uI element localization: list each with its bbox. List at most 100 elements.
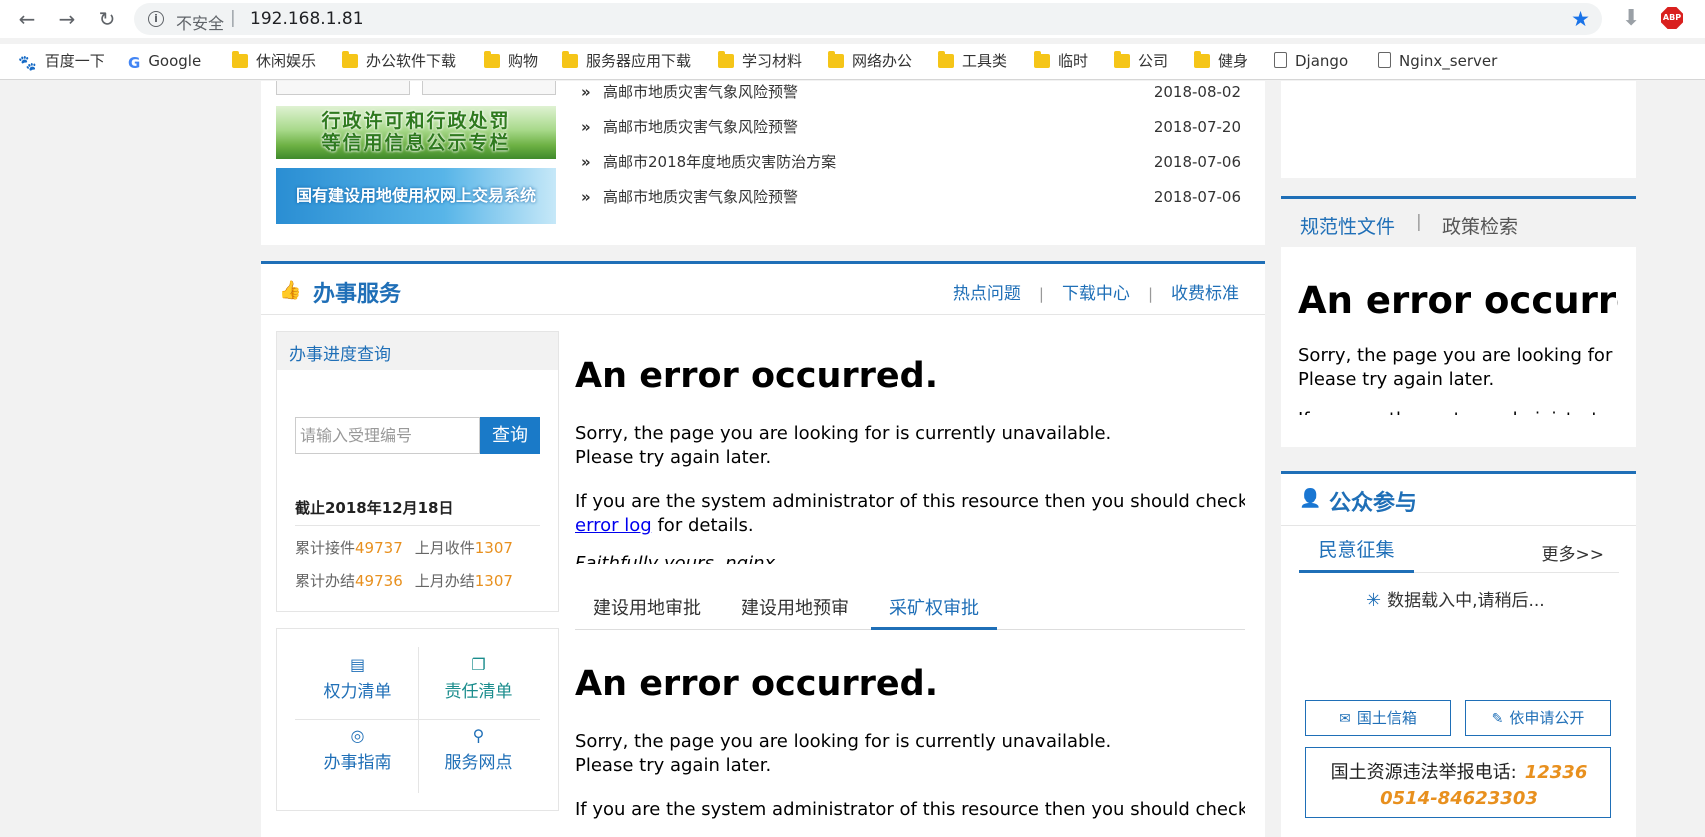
bookmark-folder-server-apps[interactable]: 服务器应用下载 (562, 49, 691, 73)
bookmark-folder-study[interactable]: 学习材料 (718, 49, 802, 73)
bookmark-star-icon[interactable]: ★ (1571, 7, 1590, 31)
error-admin-note: If you are the system administrator of t… (575, 491, 1245, 512)
policy-section: 规范性文件 | 政策检索 An error occurred. Sorry, t… (1281, 196, 1636, 447)
forward-arrow-icon[interactable]: → (54, 6, 80, 32)
news-section: 行政许可和行政处罚 等信用信息公示专栏 国有建设用地使用权网上交易系统 » 高邮… (261, 81, 1265, 245)
tab-construction-land-approval[interactable]: 建设用地审批 (575, 596, 719, 630)
stat-value: 49736 (355, 572, 403, 590)
folder-icon (342, 51, 358, 68)
mailbox-button[interactable]: ✉ 国土信箱 (1305, 700, 1451, 736)
tab-normative-documents[interactable]: 规范性文件 (1300, 212, 1395, 239)
partial-button-left[interactable] (276, 81, 410, 95)
progress-query-title: 办事进度查询 (289, 345, 391, 365)
error-admin-note: If you are the system administrator of t… (575, 799, 1245, 819)
error-heading: An error occurred. (575, 664, 939, 704)
folder-icon (232, 51, 248, 68)
bullet-icon: » (581, 153, 591, 171)
error-heading: An error occurred. (1298, 279, 1618, 322)
error-admin-note-cont: error log for details. (575, 515, 754, 536)
partial-button-right[interactable] (422, 81, 556, 95)
bookmark-folder-temp[interactable]: 临时 (1034, 49, 1088, 73)
error-message: Please try again later. (575, 447, 772, 468)
public-participation-section: 👤 公众参与 民意征集 更多>> ✳ 数据载入中,请稍后... ✉ 国土信箱 ✎ 依申… (1281, 471, 1636, 837)
public-participation-title: 公众参与 (1329, 491, 1418, 516)
baidu-icon: 🐾 (18, 54, 37, 72)
credit-info-banner[interactable]: 行政许可和行政处罚 等信用信息公示专栏 (276, 106, 556, 159)
bookmark-google[interactable]: G Google (128, 49, 201, 73)
responsibility-list-link[interactable]: ❐ 责任清单 (418, 649, 539, 719)
user-icon: 👤 (1299, 488, 1322, 509)
folder-icon (1194, 51, 1210, 68)
tab-construction-land-preview[interactable]: 建设用地预审 (723, 596, 867, 630)
news-title[interactable]: 高邮市地质灾害气象风险预警 (603, 81, 798, 103)
error-frame-bottom: An error occurred. Sorry, the page you a… (575, 632, 1245, 819)
tab-separator: | (1416, 212, 1422, 232)
bookmark-folder-office-software[interactable]: 办公软件下载 (342, 49, 456, 73)
service-outlet-link[interactable]: ⚲ 服务网点 (418, 720, 539, 790)
news-item[interactable]: » 高邮市2018年度地质灾害防治方案 2018-07-06 (581, 151, 1241, 173)
disclosure-request-button[interactable]: ✎ 依申请公开 (1465, 700, 1611, 736)
stat-value: 1307 (474, 572, 513, 590)
stat-value: 49737 (355, 539, 403, 557)
folder-icon (938, 51, 954, 68)
adblock-plus-icon[interactable]: ABP (1661, 7, 1683, 29)
error-message: Sorry, the page you are looking for i (1298, 345, 1618, 366)
news-title[interactable]: 高邮市地质灾害气象风险预警 (603, 116, 798, 138)
news-item[interactable]: » 高邮市地质灾害气象风险预警 2018-08-02 (581, 81, 1241, 103)
info-icon[interactable]: i (148, 11, 164, 27)
bookmark-folder-tools[interactable]: 工具类 (938, 49, 1007, 73)
stat-row: 累计办结49736 上月办结1307 (295, 572, 513, 590)
policy-error-frame: An error occurred. Sorry, the page you a… (1298, 279, 1618, 415)
news-date: 2018-07-06 (1153, 188, 1241, 206)
error-heading: An error occurred. (575, 356, 939, 396)
google-icon: G (128, 54, 141, 72)
progress-query-header: 办事进度查询 (277, 332, 558, 370)
bookmark-folder-shopping[interactable]: 购物 (484, 49, 538, 73)
folder-icon (1034, 51, 1050, 68)
tab-mining-rights-approval[interactable]: 采矿权审批 (871, 596, 997, 630)
error-frame-top: An error occurred. Sorry, the page you a… (575, 326, 1245, 564)
tab-policy-search[interactable]: 政策检索 (1442, 212, 1518, 239)
query-button[interactable]: 查询 (480, 417, 540, 454)
tab-opinion-collection[interactable]: 民意征集 (1299, 534, 1414, 573)
right-column: 规范性文件 | 政策检索 An error occurred. Sorry, t… (1281, 81, 1636, 837)
bookmark-django[interactable]: Django (1274, 49, 1348, 73)
service-guide-link[interactable]: ◎ 办事指南 (297, 720, 418, 790)
link-hot-issues[interactable]: 热点问题 (953, 284, 1021, 304)
hotline-number-2: 0514-84623303 (1380, 788, 1538, 809)
power-list-link[interactable]: ▤ 权力清单 (297, 649, 418, 719)
news-title[interactable]: 高邮市地质灾害气象风险预警 (603, 186, 798, 208)
copy-icon: ❐ (471, 655, 486, 674)
folder-icon (718, 51, 734, 68)
more-link[interactable]: 更多>> (1542, 540, 1605, 565)
service-section: 👍 办事服务 热点问题 | 下载中心 | 收费标准 办事进度查询 查询 截止2018年1… (261, 261, 1265, 837)
error-log-link[interactable]: error log (575, 515, 652, 536)
news-title[interactable]: 高邮市2018年度地质灾害防治方案 (603, 151, 836, 173)
back-arrow-icon[interactable]: ← (14, 6, 40, 32)
bookmark-nginx-server[interactable]: Nginx_server (1378, 49, 1497, 73)
bookmark-folder-leisure[interactable]: 休闲娱乐 (232, 49, 316, 73)
download-icon[interactable]: ⬇ (1622, 6, 1640, 31)
bookmark-baidu[interactable]: 🐾 百度一下 (18, 49, 105, 73)
bookmark-folder-network-office[interactable]: 网络办公 (828, 49, 912, 73)
security-label: 不安全 (176, 14, 225, 33)
spinner-icon: ✳ (1366, 590, 1382, 611)
news-item[interactable]: » 高邮市地质灾害气象风险预警 2018-07-06 (581, 186, 1241, 208)
mail-icon: ✉ (1339, 711, 1351, 727)
receipt-number-input[interactable] (295, 417, 480, 454)
edit-icon: ✎ (1491, 711, 1504, 727)
reload-icon[interactable]: ↻ (94, 6, 120, 32)
link-fee-standard[interactable]: 收费标准 (1171, 284, 1239, 304)
bullet-icon: » (581, 83, 591, 101)
bookmark-folder-company[interactable]: 公司 (1114, 49, 1168, 73)
news-item[interactable]: » 高邮市地质灾害气象风险预警 2018-07-20 (581, 116, 1241, 138)
link-download-center[interactable]: 下载中心 (1062, 284, 1130, 304)
thumbs-up-icon: 👍 (279, 280, 302, 301)
browser-toolbar: ← → ↻ i 不安全 | 192.168.1.81 ★ ⬇ ABP (0, 0, 1705, 38)
news-date: 2018-07-06 (1153, 153, 1241, 171)
opinion-tabbar: 民意征集 更多>> (1299, 534, 1619, 573)
bookmark-folder-fitness[interactable]: 健身 (1194, 49, 1248, 73)
url-text[interactable]: 192.168.1.81 (250, 9, 364, 29)
land-trading-banner[interactable]: 国有建设用地使用权网上交易系统 (276, 168, 556, 224)
address-bar[interactable]: i 不安全 | 192.168.1.81 ★ (134, 3, 1602, 35)
